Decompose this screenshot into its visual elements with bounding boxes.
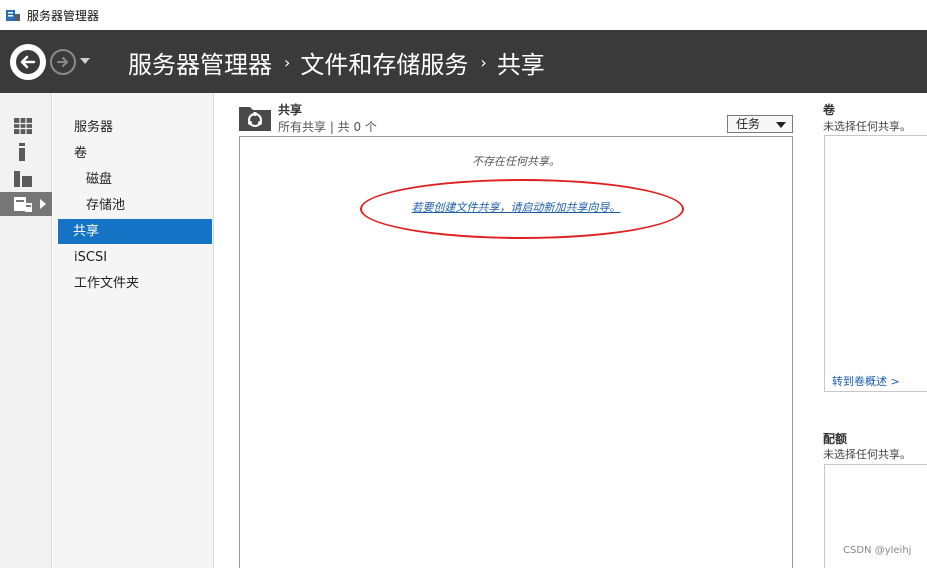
nav-item-servers[interactable]: 服务器 <box>58 115 212 140</box>
rail-local-server[interactable] <box>0 140 52 164</box>
breadcrumb-separator-icon: › <box>284 52 291 72</box>
nav-item-shares[interactable]: 共享 <box>58 219 212 244</box>
nav-item-disks[interactable]: 磁盘 <box>58 167 212 192</box>
rail-dashboard[interactable] <box>0 114 52 138</box>
nav-item-iscsi[interactable]: iSCSI <box>58 245 212 270</box>
shares-list[interactable]: 不存在任何共享。 若要创建文件共享，请启动新加共享向导。 <box>239 136 793 568</box>
go-to-volumes-link[interactable]: 转到卷概述 > <box>832 373 900 389</box>
breadcrumb: 服务器管理器 › 文件和存储服务 › 共享 <box>128 45 545 80</box>
quota-subtitle: 未选择任何共享。 <box>823 448 911 461</box>
share-folder-icon <box>239 103 271 131</box>
back-arrow-icon <box>16 50 40 74</box>
rail-file-storage-services[interactable] <box>0 192 52 216</box>
back-button[interactable] <box>10 44 46 80</box>
breadcrumb-item-server-manager[interactable]: 服务器管理器 <box>128 45 272 80</box>
section-title: 共享 <box>278 103 303 117</box>
breadcrumb-separator-icon: › <box>480 52 487 72</box>
nav-item-volumes[interactable]: 卷 <box>58 141 212 166</box>
file-storage-icon <box>14 197 32 212</box>
tasks-label: 任务 <box>736 117 761 131</box>
server-manager-app-icon <box>5 7 21 23</box>
expand-chevron-icon[interactable] <box>40 199 46 209</box>
breadcrumb-item-file-storage[interactable]: 文件和存储服务 <box>300 45 468 80</box>
history-dropdown-icon[interactable] <box>80 58 90 64</box>
tasks-dropdown[interactable]: 任务 <box>727 115 793 133</box>
icon-rail <box>0 93 52 568</box>
header-bar: 服务器管理器 › 文件和存储服务 › 共享 <box>0 30 927 93</box>
new-share-wizard-link[interactable]: 若要创建文件共享，请启动新加共享向导。 <box>240 199 792 215</box>
title-bar: 服务器管理器 <box>0 0 927 30</box>
volume-subtitle: 未选择任何共享。 <box>823 120 911 133</box>
window-title: 服务器管理器 <box>27 9 100 23</box>
dropdown-arrow-icon <box>776 122 786 128</box>
watermark: CSDN @yleihj <box>843 545 912 556</box>
dashboard-grid-icon <box>14 118 32 134</box>
breadcrumb-item-shares: 共享 <box>496 50 545 79</box>
volume-heading: 卷 <box>823 103 836 117</box>
share-count: 所有共享 | 共 0 个 <box>278 120 377 134</box>
quota-heading: 配额 <box>823 432 848 446</box>
nav-item-storage-pools[interactable]: 存储池 <box>58 193 212 218</box>
navigation-pane: 服务器 卷 磁盘 存储池 共享 iSCSI 工作文件夹 <box>53 93 214 568</box>
volume-details-box <box>824 135 927 392</box>
nav-item-work-folders[interactable]: 工作文件夹 <box>58 271 212 296</box>
shares-content-pane: 共享 所有共享 | 共 0 个 任务 不存在任何共享。 若要创建文件共享，请启动… <box>215 93 815 568</box>
rail-all-servers[interactable] <box>0 166 52 190</box>
forward-arrow-icon <box>57 57 68 67</box>
details-panel: 卷 未选择任何共享。 转到卷概述 > 配额 未选择任何共享。 <box>815 93 927 568</box>
info-icon <box>19 143 25 161</box>
forward-button[interactable] <box>50 49 76 75</box>
empty-state-message: 不存在任何共享。 <box>472 155 560 168</box>
all-servers-icon <box>14 171 32 187</box>
